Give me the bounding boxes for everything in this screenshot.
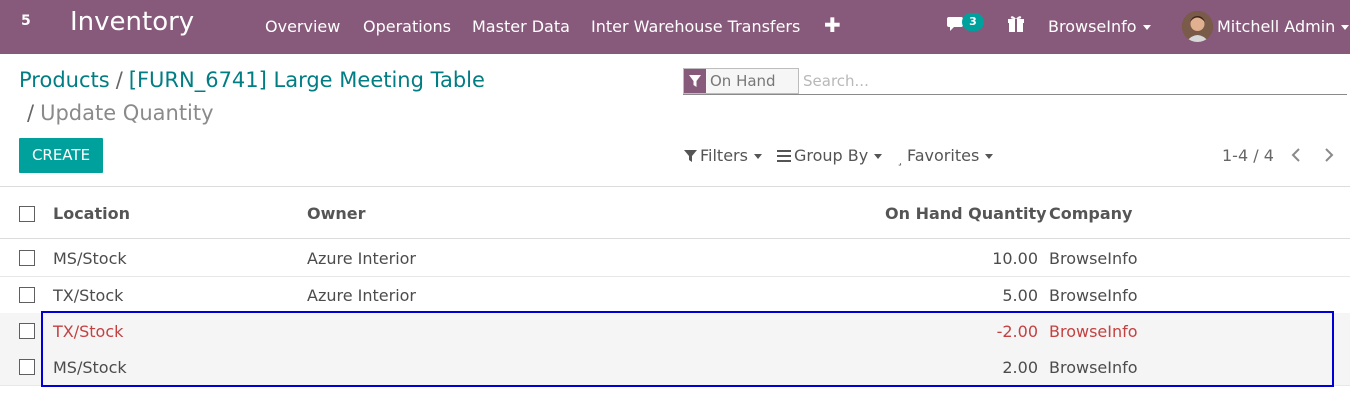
- cell-owner: Azure Interior: [307, 286, 417, 305]
- cell-location: TX/Stock: [53, 286, 124, 305]
- list-icon: [777, 150, 791, 162]
- breadcrumb-current: Update Quantity: [40, 101, 214, 125]
- cell-quantity: 10.00: [992, 249, 1038, 268]
- filter-icon: [684, 69, 706, 93]
- row-checkbox[interactable]: [19, 359, 35, 375]
- favorites-dropdown[interactable]: ¸ Favorites: [897, 146, 994, 166]
- breadcrumb-separator: /: [115, 68, 123, 92]
- company-label: BrowseInfo: [1048, 17, 1137, 36]
- breadcrumb-current-line: / Update Quantity: [27, 101, 214, 125]
- groupby-dropdown[interactable]: Group By: [777, 146, 883, 165]
- breadcrumb: Products / [FURN_6741] Large Meeting Table: [19, 68, 485, 92]
- pager-next-icon[interactable]: [1323, 146, 1339, 164]
- chevron-down-icon: [874, 154, 883, 159]
- select-all-checkbox[interactable]: [19, 206, 35, 222]
- pager-previous-icon[interactable]: [1290, 146, 1306, 164]
- list-header: Location Owner On Hand Quantity Company: [0, 186, 1350, 239]
- cell-owner: Azure Interior: [307, 249, 417, 268]
- breadcrumb-products[interactable]: Products: [19, 68, 110, 92]
- column-location[interactable]: Location: [53, 204, 130, 223]
- menu-operations[interactable]: Operations: [363, 17, 451, 36]
- row-checkbox[interactable]: [19, 250, 35, 266]
- column-owner[interactable]: Owner: [307, 204, 366, 223]
- user-menu[interactable]: Mitchell Admin: [1217, 17, 1350, 36]
- menu-overview[interactable]: Overview: [265, 17, 340, 36]
- breadcrumb-separator: /: [27, 101, 35, 125]
- gift-icon[interactable]: [1007, 15, 1025, 35]
- app-brand[interactable]: Inventory: [70, 7, 194, 37]
- column-company[interactable]: Company: [1049, 204, 1132, 223]
- filter-icon: [684, 150, 697, 162]
- chevron-down-icon: [985, 154, 994, 159]
- avatar[interactable]: [1182, 11, 1213, 42]
- company-switcher[interactable]: BrowseInfo: [1048, 17, 1151, 36]
- menu-inter-warehouse-transfers[interactable]: Inter Warehouse Transfers: [591, 17, 800, 36]
- table-row[interactable]: MS/Stock Azure Interior 10.00 BrowseInfo: [0, 240, 1350, 277]
- breadcrumb-product[interactable]: [FURN_6741] Large Meeting Table: [129, 68, 485, 92]
- star-icon: ¸: [897, 152, 903, 166]
- pager-value[interactable]: 1-4 / 4: [1222, 146, 1274, 165]
- cell-company: BrowseInfo: [1049, 249, 1138, 268]
- favorites-label: Favorites: [907, 146, 980, 165]
- table-row[interactable]: TX/Stock Azure Interior 5.00 BrowseInfo: [0, 277, 1350, 314]
- row-checkbox[interactable]: [19, 323, 35, 339]
- top-navbar: 5 Inventory Overview Operations Master D…: [0, 0, 1350, 54]
- filters-label: Filters: [700, 146, 748, 165]
- column-on-hand-quantity[interactable]: On Hand Quantity: [885, 204, 1047, 223]
- highlight-box: [41, 311, 1334, 387]
- plus-icon[interactable]: ✚: [824, 13, 841, 37]
- cell-location: MS/Stock: [53, 249, 127, 268]
- filters-dropdown[interactable]: Filters: [684, 146, 762, 165]
- search-bar: On Hand: [683, 68, 1347, 95]
- search-facet[interactable]: On Hand: [683, 68, 799, 94]
- search-facet-label: On Hand: [710, 72, 776, 90]
- row-checkbox[interactable]: [19, 287, 35, 303]
- user-name: Mitchell Admin: [1217, 17, 1336, 36]
- chat-badge: 3: [962, 13, 984, 31]
- apps-indicator[interactable]: 5: [21, 13, 31, 29]
- search-input[interactable]: [803, 70, 1343, 92]
- chevron-down-icon: [753, 154, 762, 159]
- cell-quantity: 5.00: [1002, 286, 1038, 305]
- chevron-down-icon: [1341, 25, 1350, 30]
- menu-master-data[interactable]: Master Data: [472, 17, 570, 36]
- groupby-label: Group By: [794, 146, 869, 165]
- chevron-down-icon: [1142, 25, 1151, 30]
- create-button[interactable]: CREATE: [19, 138, 103, 173]
- cell-company: BrowseInfo: [1049, 286, 1138, 305]
